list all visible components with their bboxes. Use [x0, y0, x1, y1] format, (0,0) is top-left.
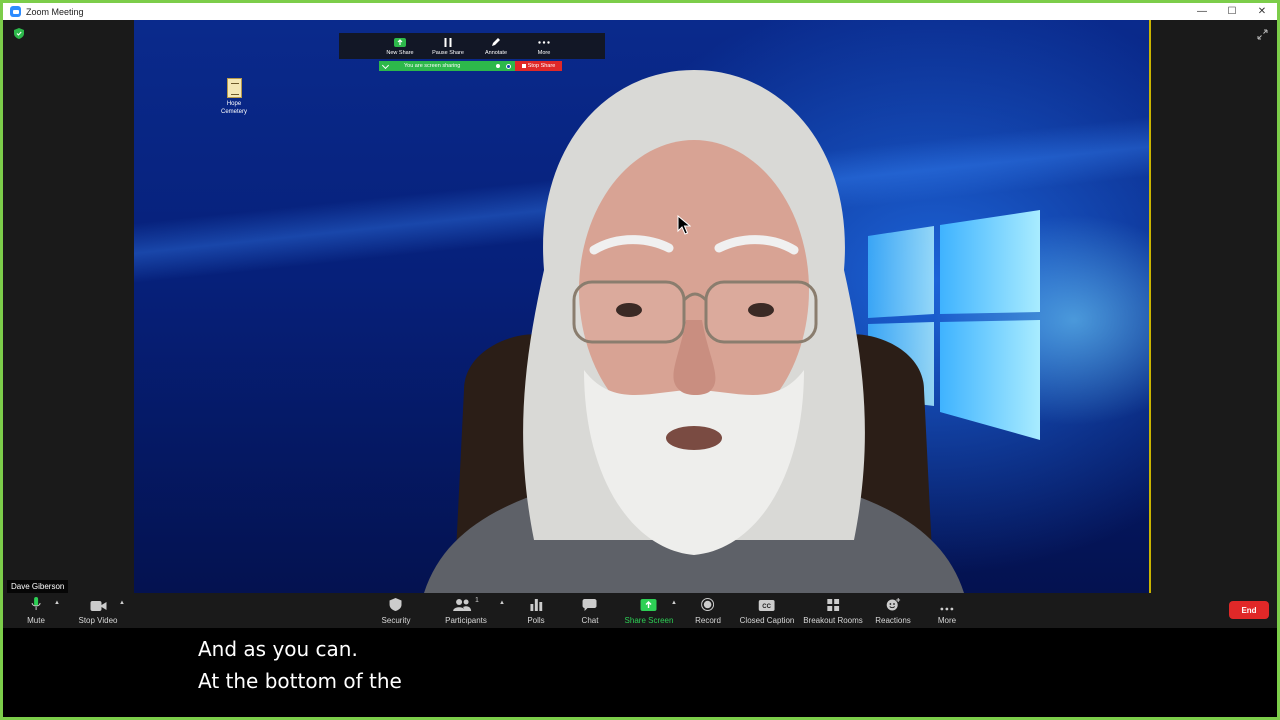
stop-video-label: Stop Video: [78, 616, 118, 625]
window-titlebar: Zoom Meeting — ☐ ✕: [3, 3, 1277, 20]
video-feed: [134, 20, 1151, 593]
participant-video-person: [424, 70, 964, 593]
participants-button[interactable]: 1 Participants: [445, 597, 487, 625]
closed-caption-button[interactable]: CC Closed Caption: [739, 597, 795, 625]
smiley-face-icon: [886, 597, 900, 611]
annotate-label: Annotate: [484, 50, 508, 56]
screen-share-toolbar: New Share Pause Share Annotate More: [339, 33, 605, 59]
desktop-file-icon[interactable]: Hope Cemetery: [214, 78, 254, 116]
microphone-icon: [31, 597, 41, 611]
caption-line-2: At the bottom of the: [198, 669, 402, 693]
record-button[interactable]: Record: [695, 597, 721, 625]
svg-text:CC: CC: [763, 604, 772, 610]
participants-label: Participants: [445, 616, 487, 625]
share-screen-label: Share Screen: [624, 616, 674, 625]
stop-share-button[interactable]: Stop Share: [515, 61, 562, 71]
closed-caption-label: Closed Caption: [739, 616, 795, 625]
record-icon: [701, 597, 715, 611]
audio-indicator-icon: [496, 64, 500, 68]
more-button[interactable]: More: [938, 597, 956, 625]
screen-sharing-status-bar[interactable]: You are screen sharing: [379, 61, 515, 71]
record-label: Record: [695, 616, 721, 625]
video-options-chevron-icon[interactable]: ▲: [119, 600, 125, 606]
breakout-rooms-icon: [827, 597, 839, 611]
window-controls: — ☐ ✕: [1187, 3, 1277, 20]
fullscreen-icon[interactable]: [1257, 29, 1268, 40]
reactions-button[interactable]: Reactions: [875, 597, 911, 625]
desktop-file-label-1: Hope: [226, 101, 242, 107]
participants-options-chevron-icon[interactable]: ▲: [499, 600, 505, 606]
more-label: More: [937, 616, 957, 625]
new-share-icon: [394, 37, 406, 47]
pencil-icon: [490, 37, 502, 47]
meeting-toolbar: Mute ▲ Stop Video ▲ Security 1 Participa…: [3, 593, 1277, 628]
more-ellipsis-icon: [940, 597, 954, 611]
chat-button[interactable]: Chat: [581, 597, 599, 625]
minimize-button[interactable]: —: [1187, 3, 1217, 20]
maximize-button[interactable]: ☐: [1217, 3, 1247, 20]
security-shield-icon: [390, 597, 402, 611]
shield-icon[interactable]: [14, 28, 24, 39]
share-options-chevron-icon[interactable]: ▲: [671, 600, 677, 606]
security-label: Security: [381, 616, 411, 625]
stop-icon: [521, 64, 526, 68]
close-button[interactable]: ✕: [1247, 3, 1277, 20]
window-title: Zoom Meeting: [26, 6, 84, 17]
stop-video-button[interactable]: Stop Video: [79, 597, 118, 625]
pause-share-label: Pause Share: [432, 50, 464, 56]
annotate-button[interactable]: Annotate: [475, 33, 517, 59]
document-icon: [226, 78, 242, 98]
mute-button[interactable]: Mute: [27, 597, 45, 625]
chat-bubble-icon: [583, 597, 597, 611]
pause-share-button[interactable]: Pause Share: [427, 33, 469, 59]
polls-button[interactable]: Polls: [527, 597, 545, 625]
participants-count: 1: [475, 597, 479, 604]
participant-name-tag: Dave Giberson: [7, 580, 69, 593]
share-more-button[interactable]: More: [523, 33, 565, 59]
end-meeting-button[interactable]: End: [1229, 601, 1269, 619]
pause-icon: [442, 37, 454, 47]
ellipsis-icon: [538, 37, 550, 47]
security-button[interactable]: Security: [381, 597, 411, 625]
shield-status-icon: [506, 63, 511, 69]
caption-area: And as you can. At the bottom of the: [3, 628, 1277, 717]
breakout-rooms-button[interactable]: Breakout Rooms: [803, 597, 863, 625]
drag-handle-icon[interactable]: [381, 61, 390, 70]
chat-label: Chat: [581, 616, 599, 625]
new-share-button[interactable]: New Share: [379, 33, 421, 59]
share-screen-button[interactable]: Share Screen: [624, 597, 674, 625]
closed-caption-icon: CC: [758, 597, 775, 611]
reactions-label: Reactions: [875, 616, 911, 625]
mute-label: Mute: [27, 616, 45, 625]
audio-options-chevron-icon[interactable]: ▲: [54, 600, 60, 606]
new-share-label: New Share: [386, 50, 414, 56]
share-more-label: More: [537, 50, 551, 56]
stop-share-label: Stop Share: [527, 63, 556, 69]
participants-icon: 1: [453, 597, 479, 611]
caption-line-1: And as you can.: [198, 637, 358, 661]
video-camera-icon: [90, 597, 106, 611]
screen-sharing-status: You are screen sharing: [404, 63, 461, 69]
share-screen-icon: [640, 597, 657, 611]
polls-label: Polls: [527, 616, 545, 625]
desktop-file-label-2: Cemetery: [220, 109, 247, 115]
mouse-cursor-icon: [677, 215, 691, 235]
zoom-app-icon: [10, 6, 21, 17]
breakout-rooms-label: Breakout Rooms: [803, 616, 863, 625]
polls-icon: [530, 597, 542, 611]
meeting-area: Hope Cemetery New Share Pause Share Anno…: [3, 20, 1277, 593]
